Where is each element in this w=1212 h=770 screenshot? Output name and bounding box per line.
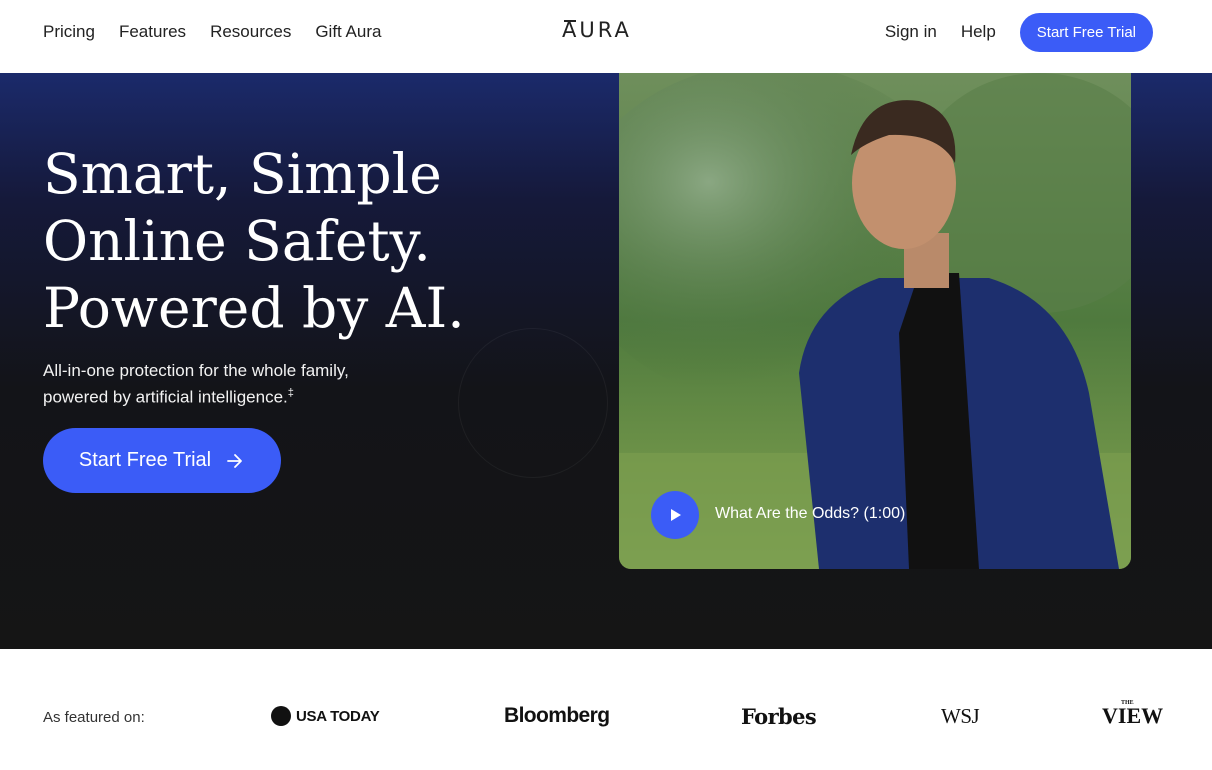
hero-cta-label: Start Free Trial (78, 449, 212, 471)
hero-section: Smart, Simple Online Safety. Powered by … (0, 73, 1212, 649)
logo-macron (564, 20, 576, 22)
headline-line-1: Smart, Simple (43, 142, 442, 206)
arrow-right-icon (227, 453, 243, 468)
site-header: Pricing Features Resources Gift Aura AUR… (0, 0, 1212, 73)
play-button[interactable] (651, 491, 699, 539)
video-caption: What Are the Odds? (1:00) (715, 505, 906, 522)
usa-today-logo: USA TODAY (271, 701, 380, 731)
help-link[interactable]: Help (961, 22, 996, 42)
forbes-logo: Forbes (741, 703, 817, 729)
nav-pricing[interactable]: Pricing (43, 22, 95, 42)
nav-resources[interactable]: Resources (210, 22, 291, 42)
headline-line-2: Online Safety. (43, 209, 431, 273)
footnote-marker[interactable]: ‡ (288, 387, 294, 399)
the-view-text: VIEW (1102, 703, 1164, 728)
video-thumbnail (619, 73, 1131, 569)
subtext-line-1: All-in-one protection for the whole fami… (43, 361, 349, 380)
aura-logo[interactable]: AURA (562, 18, 638, 46)
primary-nav: Pricing Features Resources Gift Aura (43, 0, 381, 64)
sign-in-link[interactable]: Sign in (885, 22, 937, 42)
video-player[interactable]: What Are the Odds? (1:00) (619, 73, 1131, 569)
wsj-logo: WSJ (941, 703, 980, 728)
the-view-logo: THE VIEW (1102, 700, 1164, 731)
featured-on-section: As featured on: USA TODAY Bloomberg Forb… (0, 649, 1212, 770)
nav-gift-aura[interactable]: Gift Aura (315, 22, 381, 42)
usa-today-text: USA TODAY (296, 707, 380, 725)
account-nav: Sign in Help Start Free Trial (885, 12, 1153, 52)
play-icon (671, 509, 681, 521)
hero-subtext: All-in-one protection for the whole fami… (43, 359, 463, 409)
header-start-trial-button[interactable]: Start Free Trial (1019, 12, 1153, 52)
bloomberg-logo: Bloomberg (504, 704, 610, 727)
the-view-small-text: THE (1121, 700, 1134, 706)
headline-line-3: Powered by AI. (43, 276, 465, 340)
hero-headline: Smart, Simple Online Safety. Powered by … (43, 141, 563, 342)
nav-features[interactable]: Features (119, 22, 186, 42)
featured-label: As featured on: (43, 709, 145, 726)
hero-start-trial-button[interactable]: Start Free Trial (43, 428, 281, 493)
usa-today-dot-icon (271, 706, 291, 726)
decorative-ring (458, 328, 608, 478)
subtext-line-2: powered by artificial intelligence. (43, 387, 288, 407)
